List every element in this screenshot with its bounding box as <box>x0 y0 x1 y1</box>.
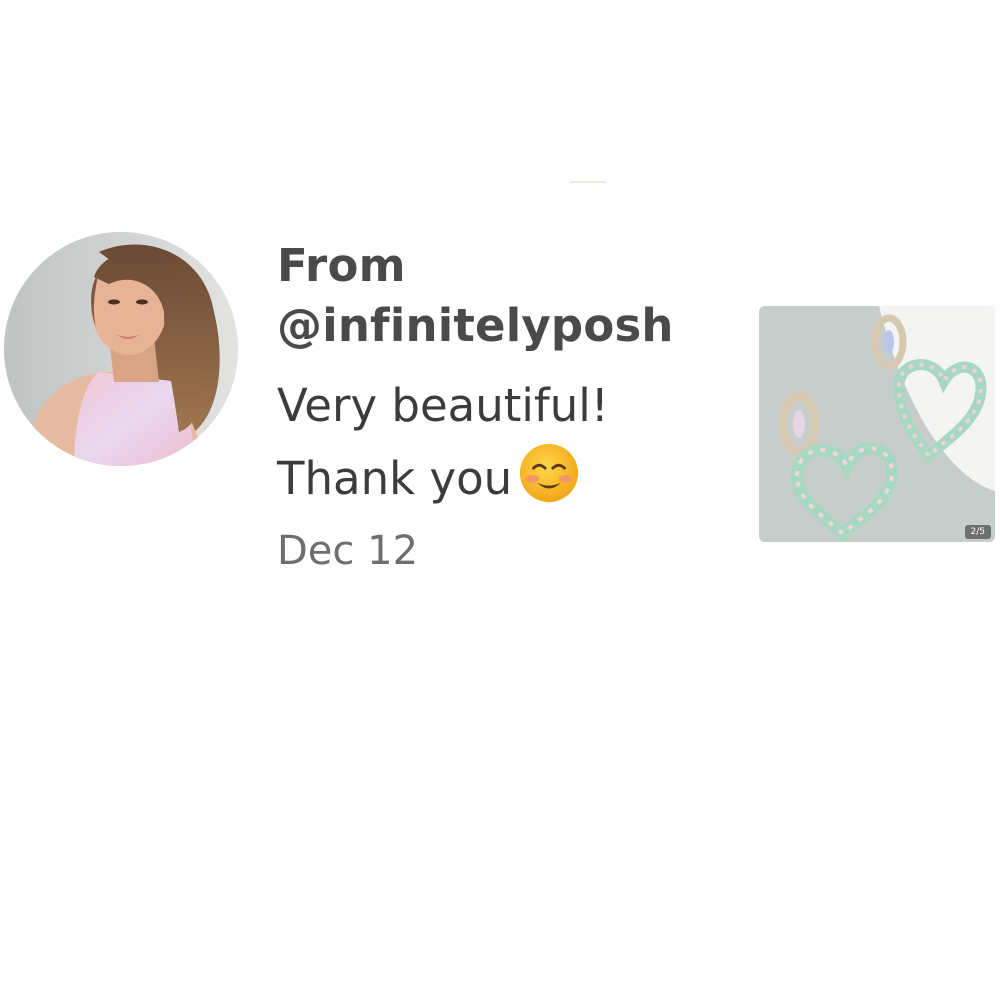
review-message: From @infinitelyposh Very beautiful! Tha… <box>277 236 737 579</box>
from-label: From <box>277 239 406 292</box>
earrings-photo <box>759 306 995 542</box>
avatar-photo <box>4 232 238 466</box>
username-link[interactable]: @infinitelyposh <box>277 296 737 356</box>
smiling-face-icon <box>518 442 580 504</box>
image-counter: 2/5 <box>964 525 991 539</box>
user-avatar[interactable] <box>4 232 238 466</box>
message-line-1: Very beautiful! <box>277 379 609 432</box>
message-line-2-text: Thank you <box>277 452 513 505</box>
top-divider <box>570 181 606 183</box>
message-line-2: Thank you <box>277 442 737 515</box>
review-date: Dec 12 <box>277 528 419 574</box>
review-card: From @infinitelyposh Very beautiful! Tha… <box>0 0 1000 1000</box>
product-thumbnail[interactable]: 2/5 <box>759 306 995 542</box>
